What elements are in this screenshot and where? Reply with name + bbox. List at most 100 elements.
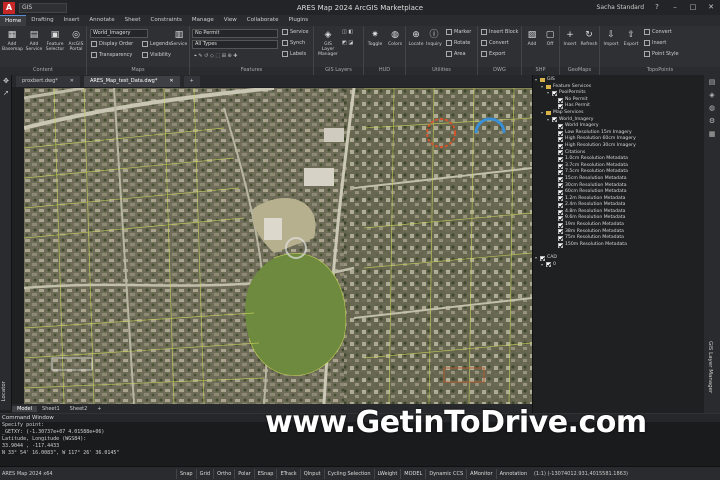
area-button[interactable]: Area xyxy=(446,51,466,57)
tab-collaborate[interactable]: Collaborate xyxy=(242,15,284,26)
layer-tree-item[interactable]: ▾ PoolPermits xyxy=(535,90,704,97)
colors-button[interactable]: ◍ Colors xyxy=(385,29,405,47)
palette-icon[interactable]: ◍ xyxy=(706,104,718,114)
layer-tree-item[interactable]: ▾ GIS xyxy=(535,77,704,84)
transparency-button[interactable]: Transparency xyxy=(91,52,132,58)
topo-insert-button[interactable]: Insert xyxy=(644,40,666,46)
layer-visibility-checkbox[interactable] xyxy=(558,104,563,110)
maximize-icon[interactable]: □ xyxy=(688,3,698,11)
minimize-icon[interactable]: – xyxy=(670,3,680,11)
tab-annotate[interactable]: Annotate xyxy=(84,15,119,26)
layer-tree-item[interactable]: ▾ CAD xyxy=(535,255,704,262)
refresh-button[interactable]: ↻ Refresh xyxy=(579,29,599,47)
doc-tab-ares-map-test[interactable]: ARES_Map_test_Data.dwg* ✕ xyxy=(83,76,180,87)
layer-tree-item[interactable]: 60cm Resolution Metadata xyxy=(535,189,704,196)
layer-visibility-checkbox[interactable] xyxy=(558,216,563,222)
status-polar[interactable]: Polar xyxy=(234,468,253,479)
topo-convert-button[interactable]: Convert xyxy=(644,29,672,35)
layer-visibility-checkbox[interactable] xyxy=(558,176,563,182)
labels-button[interactable]: Labels xyxy=(282,51,306,57)
doc-tab-proxbert[interactable]: proxbert.dwg* ✕ xyxy=(16,76,80,87)
feature-service-button[interactable]: Service xyxy=(282,29,308,35)
toggle-button[interactable]: ✷ Toggle xyxy=(365,29,385,47)
map-service-button[interactable]: ▥ Service xyxy=(169,29,189,47)
layer-tree-item[interactable]: 75m Resolution Metadata xyxy=(535,235,704,242)
tab-drafting[interactable]: Drafting xyxy=(26,15,58,26)
arcgis-portal-button[interactable]: ◎ ArcGIS Portal xyxy=(66,29,86,52)
export-button[interactable]: Export xyxy=(481,51,505,57)
status-esnap[interactable]: ESnap xyxy=(253,468,277,479)
layer-visibility-checkbox[interactable] xyxy=(558,150,563,156)
layer-visibility-checkbox[interactable] xyxy=(558,123,563,129)
feature-selector-button[interactable]: ▣ Feature Selector xyxy=(45,29,65,52)
layer-tree-item[interactable]: 150m Resolution Metadata xyxy=(535,242,704,249)
status-grid[interactable]: Grid xyxy=(195,468,214,479)
layer-visibility-checkbox[interactable] xyxy=(558,236,563,242)
tab-home[interactable]: Home xyxy=(0,15,27,26)
status-cycling-selection[interactable]: Cycling Selection xyxy=(323,468,374,479)
layer-tree-item[interactable]: 1.0cm Resolution Metadata xyxy=(535,156,704,163)
layer-visibility-checkbox[interactable] xyxy=(558,183,563,189)
status-ortho[interactable]: Ortho xyxy=(213,468,234,479)
locate-button[interactable]: ⊕ Locate xyxy=(406,29,426,47)
layer-visibility-checkbox[interactable] xyxy=(558,143,563,149)
type-filter-select[interactable]: All Types xyxy=(192,40,278,49)
locator-panel-label[interactable]: Locator xyxy=(1,381,7,402)
layer-tree-item[interactable]: High Resolution 30cm Imagery xyxy=(535,143,704,150)
close-icon[interactable]: ✕ xyxy=(169,76,173,87)
layer-visibility-checkbox[interactable] xyxy=(558,242,563,248)
status-amonitor[interactable]: AMonitor xyxy=(466,468,495,479)
layer-visibility-checkbox[interactable] xyxy=(540,255,545,261)
layer-visibility-checkbox[interactable] xyxy=(558,229,563,235)
layer-visibility-checkbox[interactable] xyxy=(558,156,563,162)
settings-icon[interactable]: ⚙ xyxy=(706,117,718,127)
gis-layer-manager-button[interactable]: ◈ GIS Layer Manager xyxy=(318,29,338,57)
status-etrack[interactable]: ETrack xyxy=(276,468,299,479)
marker-button[interactable]: Marker xyxy=(446,29,471,35)
close-icon[interactable]: ✕ xyxy=(706,3,716,11)
permit-filter-select[interactable]: No Permit xyxy=(192,29,278,38)
layer-tree-item[interactable]: 19m Resolution Metadata xyxy=(535,222,704,229)
close-icon[interactable]: ✕ xyxy=(70,76,74,87)
display-order-button[interactable]: Display Order xyxy=(91,41,133,47)
add-sheet-button[interactable]: + xyxy=(92,406,106,412)
tab-insert[interactable]: Insert xyxy=(59,15,85,26)
layer-visibility-checkbox[interactable] xyxy=(558,163,563,169)
tab-plugins[interactable]: Plugins xyxy=(283,15,313,26)
basemap-select[interactable]: World_Imagery xyxy=(90,29,148,38)
layer-tree-item[interactable]: ▾ 0 xyxy=(535,262,704,269)
layer-visibility-checkbox[interactable] xyxy=(552,117,557,123)
layer-visibility-checkbox[interactable] xyxy=(558,189,563,195)
tab-sheet2[interactable]: Sheet2 xyxy=(65,406,93,412)
layer-visibility-checkbox[interactable] xyxy=(558,137,563,143)
layers-icon[interactable]: ◈ xyxy=(706,91,718,101)
layer-tree-item[interactable]: Has Permit xyxy=(535,103,704,110)
add-service-button[interactable]: ▤ Add Service xyxy=(24,29,44,52)
inquiry-button[interactable]: ⓘ Inquiry xyxy=(424,29,444,47)
map-canvas[interactable] xyxy=(24,88,532,404)
pointer-icon[interactable]: ➚ xyxy=(1,89,11,99)
add-basemap-button[interactable]: ▦ Add Basemap xyxy=(2,29,23,52)
layer-tree-item[interactable]: ▾ Map Services xyxy=(535,110,704,117)
help-icon[interactable]: ? xyxy=(652,3,662,11)
properties-icon[interactable]: ▤ xyxy=(706,78,718,88)
geomaps-insert-button[interactable]: + Insert xyxy=(560,29,580,47)
shp-add-button[interactable]: ▨ Add xyxy=(522,29,542,47)
layer-tools-2[interactable]: ◩ ◪ xyxy=(342,40,353,46)
convert-button[interactable]: Convert xyxy=(481,40,509,46)
layer-visibility-checkbox[interactable] xyxy=(552,90,557,96)
layer-visibility-checkbox[interactable] xyxy=(558,203,563,209)
layer-tree-item[interactable]: No Permit xyxy=(535,97,704,104)
status-annotation[interactable]: Annotation xyxy=(495,468,530,479)
tab-view[interactable]: View xyxy=(219,15,242,26)
status-snap[interactable]: Snap xyxy=(176,468,196,479)
map-icon[interactable]: ▦ xyxy=(706,130,718,140)
visibility-button[interactable]: Visibility xyxy=(142,52,171,58)
tab-sheet[interactable]: Sheet xyxy=(120,15,146,26)
layer-visibility-checkbox[interactable] xyxy=(558,97,563,103)
new-tab-button[interactable]: + xyxy=(183,76,200,87)
layer-tools[interactable]: ◫ ◧ xyxy=(342,29,353,35)
tab-manage[interactable]: Manage xyxy=(187,15,219,26)
insert-block-button[interactable]: Insert Block xyxy=(481,29,518,35)
layer-tree-item[interactable]: High Resolution 60cm Imagery xyxy=(535,136,704,143)
